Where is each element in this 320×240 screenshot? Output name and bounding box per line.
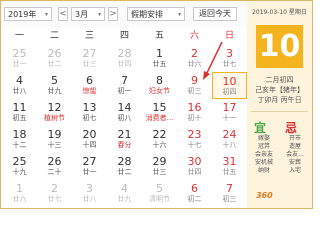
selected-date-line: 2019-03-10 星期日 bbox=[252, 9, 307, 16]
divider bbox=[251, 111, 308, 112]
ganzhi-month-day: 丁卯月 丙午日 bbox=[257, 96, 302, 104]
yi-label: 宜 bbox=[254, 121, 267, 135]
yi-item: 纳财 bbox=[257, 167, 270, 174]
ji-item: 开市 bbox=[288, 135, 301, 142]
arrow-shaft bbox=[205, 41, 223, 76]
ji-item: 安葬 bbox=[288, 159, 301, 166]
ji-item: 入宅 bbox=[288, 167, 301, 174]
ganzhi-year: 己亥年【猪年】 bbox=[255, 86, 304, 94]
ji-label: 忌 bbox=[285, 121, 298, 135]
lunar-date: 二月初四 bbox=[265, 76, 294, 84]
ji-item: 会友... bbox=[286, 151, 304, 158]
watermark-logo: 360 bbox=[256, 191, 273, 200]
ji-item: 造屋 bbox=[288, 143, 301, 150]
day-detail-panel: 2019-03-10 星期日 10 二月初四 己亥年【猪年】 丁卯月 丙午日 宜… bbox=[247, 1, 312, 208]
yi-item: 冠笄 bbox=[257, 143, 270, 150]
yi-item: 安机械 bbox=[254, 159, 273, 166]
arrow-head bbox=[203, 71, 210, 80]
big-day-number: 10 bbox=[256, 25, 303, 68]
yi-item: 会亲友 bbox=[254, 151, 273, 158]
ji-list: 开市 造屋 会友... 安葬 入宅 bbox=[280, 135, 310, 175]
yi-item: 嫁娶 bbox=[257, 135, 270, 142]
yi-list: 嫁娶 冠笄 会亲友 安机械 纳财 bbox=[249, 135, 279, 175]
